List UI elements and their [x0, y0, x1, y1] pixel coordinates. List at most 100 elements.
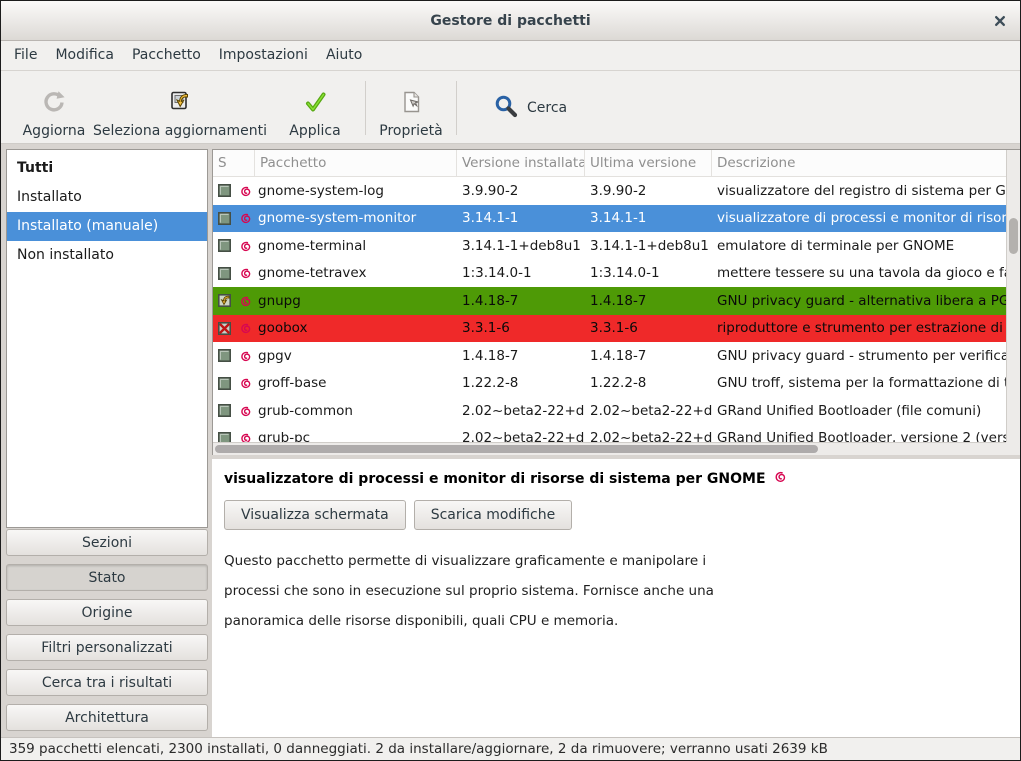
titlebar[interactable]: Gestore di pacchetti	[1, 1, 1020, 41]
filter-item[interactable]: Installato (manuale)	[7, 212, 207, 241]
search-label: Cerca	[527, 100, 567, 116]
details-pane: visualizzatore di processi e monitor di …	[212, 459, 1021, 738]
details-title: visualizzatore di processi e monitor di …	[224, 471, 766, 487]
table-row[interactable]: gnome-system-log3.9.90-23.9.90-2visualiz…	[213, 177, 1006, 205]
column-header[interactable]: Descrizione	[712, 150, 1006, 176]
refresh-label: Aggiorna	[23, 123, 86, 139]
menu-modifica[interactable]: Modifica	[46, 41, 123, 70]
properties-button[interactable]: Proprietà	[366, 77, 456, 139]
vertical-scrollbar-thumb[interactable]	[1009, 218, 1018, 254]
table-row[interactable]: gnome-terminal3.14.1-1+deb8u13.14.1-1+de…	[213, 232, 1006, 260]
installed-version: 1.4.18-7	[457, 293, 585, 309]
column-header[interactable]: Pacchetto	[255, 150, 457, 176]
table-row[interactable]: grub-pc2.02~beta2-22+de2.02~beta2-22+deG…	[213, 425, 1006, 443]
download-changelog-button[interactable]: Scarica modifiche	[414, 500, 573, 530]
package-name: groff-base	[255, 375, 457, 391]
view-button-cerca-tra-i-risultati[interactable]: Cerca tra i risultati	[6, 669, 208, 696]
package-name: gnome-tetravex	[255, 265, 457, 281]
window-title: Gestore di pacchetti	[430, 13, 590, 29]
debian-swirl-icon	[235, 321, 255, 335]
latest-version: 3.9.90-2	[585, 183, 712, 199]
menu-pacchetto[interactable]: Pacchetto	[123, 41, 210, 70]
menu-aiuto[interactable]: Aiuto	[317, 41, 371, 70]
refresh-button[interactable]: Aggiorna	[13, 77, 95, 139]
mark-upgrades-button[interactable]: Seleziona aggiornamenti	[95, 77, 265, 139]
table-row[interactable]: gnome-system-monitor3.14.1-13.14.1-1visu…	[213, 205, 1006, 233]
installed-version: 3.3.1-6	[457, 320, 585, 336]
package-status-icon[interactable]	[213, 266, 235, 281]
horizontal-scrollbar-thumb[interactable]	[215, 445, 818, 453]
vertical-scrollbar[interactable]	[1006, 150, 1020, 443]
package-status-icon[interactable]	[213, 211, 235, 226]
debian-swirl-icon	[772, 469, 787, 488]
apply-label: Applica	[289, 123, 340, 139]
package-status-icon[interactable]	[213, 348, 235, 363]
package-name: gnome-system-monitor	[255, 210, 457, 226]
view-button-origine[interactable]: Origine	[6, 599, 208, 626]
view-button-stato[interactable]: Stato	[6, 564, 208, 591]
column-header[interactable]: S	[213, 150, 255, 176]
debian-swirl-icon	[235, 184, 255, 198]
package-description: GRand Unified Bootloader (file comuni)	[712, 403, 1006, 419]
package-status-icon[interactable]	[213, 321, 235, 336]
package-name: gnome-terminal	[255, 238, 457, 254]
package-table: SPacchettoVersione installataUltima vers…	[212, 149, 1021, 455]
latest-version: 3.3.1-6	[585, 320, 712, 336]
latest-version: 2.02~beta2-22+de	[585, 403, 712, 419]
table-row[interactable]: grub-common2.02~beta2-22+de2.02~beta2-22…	[213, 397, 1006, 425]
filter-item[interactable]: Tutti	[7, 154, 207, 183]
details-description: Questo pacchetto permette di visualizzar…	[224, 546, 1009, 636]
table-header[interactable]: SPacchettoVersione installataUltima vers…	[213, 150, 1006, 177]
menubar: FileModificaPacchettoImpostazioniAiuto	[1, 41, 1020, 71]
package-status-icon[interactable]	[213, 376, 235, 391]
package-name: gnome-system-log	[255, 183, 457, 199]
details-text-line: panoramica delle risorse disponibili, qu…	[224, 606, 1009, 636]
menu-impostazioni[interactable]: Impostazioni	[210, 41, 317, 70]
package-status-icon[interactable]	[213, 403, 235, 418]
package-description: mettere tessere su una tavola da gioco e…	[712, 265, 1006, 281]
latest-version: 1:3.14.0-1	[585, 265, 712, 281]
apply-check-icon	[301, 88, 329, 120]
view-button-sezioni[interactable]: Sezioni	[6, 529, 208, 556]
refresh-icon	[40, 88, 68, 120]
view-screenshot-button[interactable]: Visualizza schermata	[224, 500, 406, 530]
latest-version: 2.02~beta2-22+de	[585, 430, 712, 442]
latest-version: 1.22.2-8	[585, 375, 712, 391]
toolbar: Aggiorna Seleziona aggiornamenti Applica…	[1, 71, 1020, 144]
menu-file[interactable]: File	[5, 41, 46, 70]
debian-swirl-icon	[235, 376, 255, 390]
latest-version: 1.4.18-7	[585, 348, 712, 364]
package-status-icon[interactable]	[213, 293, 235, 308]
toolbar-separator	[456, 81, 457, 135]
package-description: GNU troff, sistema per la formattazione …	[712, 375, 1006, 391]
table-row[interactable]: goobox3.3.1-63.3.1-6riproduttore e strum…	[213, 315, 1006, 343]
latest-version: 3.14.1-1+deb8u1	[585, 238, 712, 254]
package-status-icon[interactable]	[213, 183, 235, 198]
properties-label: Proprietà	[379, 123, 442, 139]
details-text-line: Questo pacchetto permette di visualizzar…	[224, 546, 1009, 576]
package-status-icon[interactable]	[213, 238, 235, 253]
column-header[interactable]: Ultima versione	[585, 150, 712, 176]
package-name: gpgv	[255, 348, 457, 364]
table-row[interactable]: gnupg1.4.18-71.4.18-7GNU privacy guard -…	[213, 287, 1006, 315]
properties-icon	[397, 88, 425, 120]
table-row[interactable]: gnome-tetravex1:3.14.0-11:3.14.0-1metter…	[213, 260, 1006, 288]
column-header[interactable]: Versione installata	[457, 150, 585, 176]
table-row[interactable]: groff-base1.22.2-81.22.2-8GNU troff, sis…	[213, 370, 1006, 398]
filter-item[interactable]: Non installato	[7, 241, 207, 270]
view-button-architettura[interactable]: Architettura	[6, 704, 208, 731]
search-button[interactable]: Cerca	[483, 88, 577, 128]
installed-version: 3.14.1-1+deb8u1	[457, 238, 585, 254]
package-description: riproduttore e strumento per estrazione …	[712, 320, 1006, 336]
package-status-icon[interactable]	[213, 431, 235, 442]
table-row[interactable]: gpgv1.4.18-71.4.18-7GNU privacy guard - …	[213, 342, 1006, 370]
close-icon[interactable]	[992, 13, 1008, 29]
apply-button[interactable]: Applica	[265, 77, 365, 139]
installed-version: 2.02~beta2-22+de	[457, 430, 585, 442]
details-text-line: processi che sono in esecuzione sul prop…	[224, 576, 1009, 606]
view-button-filtri-personalizzati[interactable]: Filtri personalizzati	[6, 634, 208, 661]
filter-item[interactable]: Installato	[7, 183, 207, 212]
debian-swirl-icon	[235, 349, 255, 363]
debian-swirl-icon	[235, 294, 255, 308]
horizontal-scrollbar[interactable]	[213, 442, 1006, 455]
